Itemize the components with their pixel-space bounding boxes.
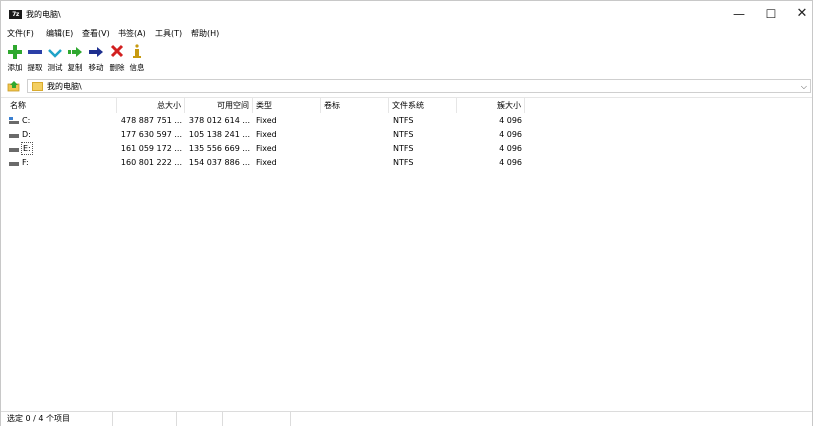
drive-icon xyxy=(9,148,19,152)
column-header-type[interactable]: 类型 xyxy=(253,98,321,113)
drive-cluster: 4 096 xyxy=(499,158,522,167)
column-header-free[interactable]: 可用空间 xyxy=(185,98,253,113)
column-name-label: 名称 xyxy=(10,101,26,110)
copy-label: 复制 xyxy=(67,63,83,72)
move-button[interactable]: 移动 xyxy=(87,43,105,73)
app-icon: 7z xyxy=(9,10,22,19)
table-row[interactable]: F: 160 801 222 ... 154 037 886 ... Fixed… xyxy=(1,156,812,169)
drive-type: Fixed xyxy=(256,158,277,167)
drive-filesystem: NTFS xyxy=(393,158,414,167)
status-bar: 选定 0 / 4 个项目 xyxy=(1,411,812,426)
folder-icon xyxy=(32,82,43,91)
column-header-name[interactable]: 名称 xyxy=(7,98,117,113)
minimize-icon: — xyxy=(733,7,745,21)
status-section-date xyxy=(223,412,291,426)
move-label: 移动 xyxy=(88,63,104,72)
add-button[interactable]: 添加 xyxy=(6,43,24,73)
drive-type: Fixed xyxy=(256,130,277,139)
drive-total: 161 059 172 ... xyxy=(120,144,182,153)
status-section-size xyxy=(113,412,177,426)
menu-view[interactable]: 查看(V) xyxy=(82,28,110,40)
maximize-icon: ☐ xyxy=(765,7,777,21)
extract-label: 提取 xyxy=(27,63,43,72)
window-title: 我的电脑\ xyxy=(26,10,61,19)
status-section-main: 选定 0 / 4 个项目 xyxy=(1,412,113,426)
folder-up-icon xyxy=(7,81,20,92)
info-button[interactable]: 信息 xyxy=(128,43,146,73)
status-section-packed xyxy=(177,412,223,426)
column-cluster-label: 簇大小 xyxy=(497,101,521,110)
close-button[interactable]: ✕ xyxy=(785,1,813,27)
menu-file[interactable]: 文件(F) xyxy=(7,28,34,40)
drive-name: C: xyxy=(22,116,31,125)
drive-free: 154 037 886 ... xyxy=(188,158,250,167)
table-row[interactable]: E: 161 059 172 ... 135 556 669 ... Fixed… xyxy=(1,142,812,155)
system-drive-icon xyxy=(9,117,19,124)
file-list[interactable]: 名称 总大小 可用空间 类型 卷标 文件系统 簇大小 C: 478 887 75… xyxy=(1,97,812,410)
toolbar: 添加 提取 测试 复制 移动 删除 信息 xyxy=(1,41,812,75)
app-window: 7z 我的电脑\ — ☐ ✕ 文件(F) 编辑(E) 查看(V) 书签(A) 工… xyxy=(0,0,813,426)
drive-filesystem: NTFS xyxy=(393,144,414,153)
column-header-cluster[interactable]: 簇大小 xyxy=(457,98,525,113)
drive-icon xyxy=(9,162,19,166)
drive-cluster: 4 096 xyxy=(499,130,522,139)
close-icon: ✕ xyxy=(796,6,808,21)
menu-edit[interactable]: 编辑(E) xyxy=(46,28,73,40)
menu-tools[interactable]: 工具(T) xyxy=(155,28,182,40)
status-text: 选定 0 / 4 个项目 xyxy=(7,414,71,423)
info-label: 信息 xyxy=(129,63,145,72)
delete-button[interactable]: 删除 xyxy=(108,43,126,73)
checkmark-icon xyxy=(48,49,62,58)
extract-button[interactable]: 提取 xyxy=(26,43,44,73)
test-button[interactable]: 测试 xyxy=(46,43,64,73)
column-header-label[interactable]: 卷标 xyxy=(321,98,389,113)
menu-bookmarks[interactable]: 书签(A) xyxy=(118,28,146,40)
column-label-label: 卷标 xyxy=(324,101,340,110)
drive-free: 105 138 241 ... xyxy=(188,130,250,139)
up-folder-button[interactable] xyxy=(7,80,21,92)
drive-icon xyxy=(9,134,19,138)
maximize-button[interactable]: ☐ xyxy=(754,1,788,27)
minimize-button[interactable]: — xyxy=(722,1,756,27)
drive-total: 177 630 597 ... xyxy=(120,130,182,139)
drive-filesystem: NTFS xyxy=(393,130,414,139)
column-filesystem-label: 文件系统 xyxy=(392,101,424,110)
drive-total: 160 801 222 ... xyxy=(120,158,182,167)
column-type-label: 类型 xyxy=(256,101,272,110)
menu-help[interactable]: 帮助(H) xyxy=(191,28,219,40)
delete-x-icon xyxy=(110,44,124,58)
menu-bar: 文件(F) 编辑(E) 查看(V) 书签(A) 工具(T) 帮助(H) xyxy=(1,27,812,41)
delete-label: 删除 xyxy=(109,63,125,72)
copy-arrow-icon xyxy=(68,47,82,57)
table-row[interactable]: D: 177 630 597 ... 105 138 241 ... Fixed… xyxy=(1,128,812,141)
address-path: 我的电脑\ xyxy=(47,82,82,91)
drive-free: 135 556 669 ... xyxy=(188,144,250,153)
copy-button[interactable]: 复制 xyxy=(66,43,84,73)
column-header-filesystem[interactable]: 文件系统 xyxy=(389,98,457,113)
info-icon xyxy=(133,44,141,58)
add-label: 添加 xyxy=(7,63,23,72)
drive-cluster: 4 096 xyxy=(499,144,522,153)
drive-name: D: xyxy=(22,130,31,139)
minus-icon xyxy=(28,50,42,54)
address-field[interactable]: 我的电脑\ ⌵ xyxy=(27,79,811,93)
drive-name: E: xyxy=(21,142,33,155)
move-arrow-icon xyxy=(89,47,103,57)
column-header-total[interactable]: 总大小 xyxy=(117,98,185,113)
table-row[interactable]: C: 478 887 751 ... 378 012 614 ... Fixed… xyxy=(1,114,812,127)
column-free-label: 可用空间 xyxy=(217,101,249,110)
column-total-label: 总大小 xyxy=(157,101,181,110)
drive-free: 378 012 614 ... xyxy=(188,116,250,125)
chevron-down-icon[interactable]: ⌵ xyxy=(801,80,807,93)
test-label: 测试 xyxy=(47,63,63,72)
drive-cluster: 4 096 xyxy=(499,116,522,125)
plus-icon xyxy=(8,45,22,59)
drive-type: Fixed xyxy=(256,116,277,125)
drive-filesystem: NTFS xyxy=(393,116,414,125)
drive-name: F: xyxy=(22,158,29,167)
drive-type: Fixed xyxy=(256,144,277,153)
address-bar: 我的电脑\ ⌵ xyxy=(1,78,812,94)
title-bar[interactable]: 7z 我的电脑\ — ☐ ✕ xyxy=(1,1,812,27)
drive-total: 478 887 751 ... xyxy=(120,116,182,125)
